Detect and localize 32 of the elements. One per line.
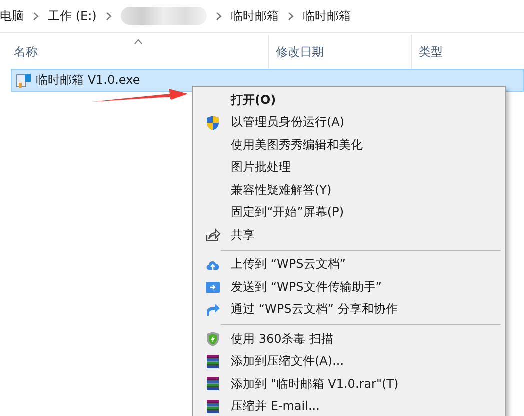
menu-item[interactable]: 共享	[231, 226, 255, 244]
breadcrumb-item[interactable]: 临时邮箱	[230, 8, 279, 24]
menu-item[interactable]: 兼容性疑难解答(Y)	[231, 182, 332, 199]
share-icon	[205, 227, 221, 244]
menu-item[interactable]: 使用美图秀秀编辑和美化	[231, 136, 363, 154]
menu-item[interactable]: 发送到 “WPS文件传输助手”	[231, 278, 382, 296]
menu-item[interactable]: 打开(O)	[231, 92, 276, 109]
chevron-icon	[216, 12, 222, 20]
books-stack-icon	[205, 376, 221, 392]
books-stack-icon	[205, 354, 221, 370]
breadcrumb-item[interactable]: 临时邮箱	[302, 8, 351, 24]
app-icon	[16, 72, 32, 88]
column-header[interactable]: 类型	[412, 35, 524, 69]
menu-item[interactable]: 固定到“开始”屏幕(P)	[231, 204, 344, 222]
share-arrow-icon	[205, 302, 221, 318]
menu-item[interactable]: 以管理员身份运行(A)	[231, 114, 345, 132]
menu-item[interactable]: 上传到 “WPS云文档”	[231, 256, 346, 274]
menu-item[interactable]: 通过 “WPS云文档” 分享和协作	[231, 301, 398, 318]
chevron-icon	[33, 12, 39, 20]
menu-item[interactable]: 使用 360杀毒 扫描	[231, 330, 334, 348]
shield-bolt-icon	[205, 331, 221, 348]
shield-icon	[205, 114, 221, 131]
menu-item[interactable]: 添加到压缩文件(A)...	[231, 353, 344, 370]
chevron-icon	[106, 12, 112, 20]
chevron-icon	[288, 12, 294, 20]
books-stack-icon	[205, 398, 221, 415]
breadcrumb-item[interactable]: 工作 (E:)	[48, 8, 97, 24]
sort-caret-icon	[134, 39, 142, 45]
menu-item[interactable]: 添加到 "临时邮箱 V1.0.rar"(T)	[231, 376, 399, 393]
breadcrumb-item[interactable]: 电脑	[0, 8, 24, 24]
menu-item[interactable]: 压缩并 E-mail...	[231, 398, 320, 416]
menu-item[interactable]: 图片批处理	[231, 159, 291, 176]
